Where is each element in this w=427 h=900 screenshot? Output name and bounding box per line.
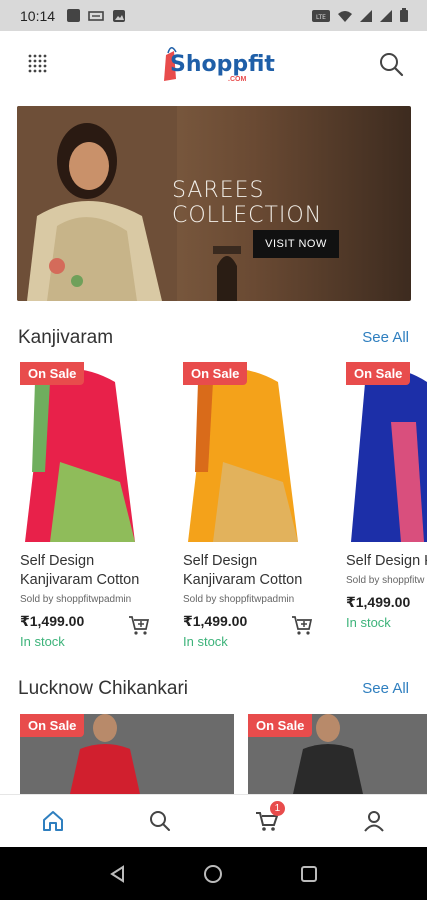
on-sale-badge: On Sale — [248, 714, 313, 737]
banner-title: SAREES COLLECTION — [172, 178, 323, 228]
recents-icon[interactable] — [299, 864, 319, 884]
status-time: 10:14 — [20, 7, 56, 24]
nav-cart[interactable]: 1 — [247, 801, 287, 841]
product-name[interactable]: Self Design Kanjivaram Cotton — [183, 552, 323, 590]
nav-account[interactable] — [354, 801, 394, 841]
wifi-icon — [338, 10, 352, 22]
app-notification-icon — [67, 9, 81, 22]
product-name[interactable]: Self Design Kanjivaram Cotton — [20, 552, 160, 590]
see-all-link[interactable]: See All — [362, 329, 409, 346]
product-image[interactable]: On Sale — [346, 362, 427, 542]
section-title: Kanjivaram — [18, 327, 114, 348]
logo-text: Shoppfit — [170, 52, 275, 77]
product-card[interactable]: On Sale Self Design Kanjivaram Sold by s… — [326, 362, 427, 630]
signal-icon — [360, 9, 372, 22]
section-header-lucknow-chikankari: Lucknow Chikankari See All — [0, 678, 427, 704]
on-sale-badge: On Sale — [20, 714, 85, 737]
bottom-navigation: 1 — [0, 794, 427, 847]
back-icon[interactable] — [108, 864, 128, 884]
app-header: Shoppfit .COM — [0, 31, 427, 97]
stock-status: In stock — [183, 634, 228, 649]
status-bar: 10:14 LTE — [0, 0, 427, 31]
product-card[interactable]: On Sale — [248, 714, 427, 794]
logo-subtext: .COM — [228, 76, 247, 83]
add-to-cart-icon[interactable] — [128, 614, 150, 636]
notification-icons — [67, 9, 126, 23]
product-name[interactable]: Self Design Kanjivaram — [346, 552, 427, 571]
promo-banner[interactable]: SAREES COLLECTION VISIT NOW — [17, 106, 411, 301]
search-icon[interactable] — [378, 51, 404, 77]
section-header-kanjivaram: Kanjivaram See All — [0, 327, 427, 353]
product-seller: Sold by shoppfitwpadmin — [183, 594, 295, 605]
product-seller: Sold by shoppfitw — [346, 575, 425, 586]
home-circle-icon[interactable] — [203, 864, 223, 884]
user-icon — [363, 811, 384, 832]
nav-search[interactable] — [140, 801, 180, 841]
cart-count-badge: 1 — [269, 801, 285, 816]
battery-icon — [400, 8, 408, 22]
product-image[interactable]: On Sale — [20, 362, 140, 542]
home-icon — [43, 811, 64, 831]
add-to-cart-icon[interactable] — [291, 614, 313, 636]
product-card[interactable]: On Sale Self Design Kanjivaram Cotton So… — [163, 362, 318, 649]
voicemail-icon — [88, 10, 104, 21]
stock-status: In stock — [20, 634, 65, 649]
nav-home[interactable] — [33, 801, 73, 841]
product-seller: Sold by shoppfitwpadmin — [20, 594, 132, 605]
product-card[interactable]: On Sale Self Design Kanjivaram Cotton So… — [0, 362, 155, 649]
system-status-icons: LTE — [311, 8, 409, 23]
section-title: Lucknow Chikankari — [18, 678, 189, 699]
signal-icon-2 — [380, 9, 392, 22]
product-image[interactable]: On Sale — [183, 362, 303, 542]
image-icon — [113, 9, 126, 22]
on-sale-badge: On Sale — [346, 362, 411, 385]
menu-grid-icon[interactable] — [27, 53, 49, 75]
visit-now-button[interactable]: VISIT NOW — [253, 230, 339, 258]
see-all-link[interactable]: See All — [362, 680, 409, 697]
volte-icon: LTE — [312, 9, 330, 22]
stock-status: In stock — [346, 615, 391, 630]
shoppfit-logo[interactable]: Shoppfit .COM — [160, 43, 275, 87]
on-sale-badge: On Sale — [20, 362, 85, 385]
on-sale-badge: On Sale — [183, 362, 248, 385]
system-navigation-bar — [0, 847, 427, 900]
product-price: ₹1,499.00 — [346, 594, 411, 610]
svg-text:LTE: LTE — [316, 14, 326, 21]
product-card[interactable]: On Sale — [20, 714, 234, 794]
search-icon — [150, 811, 171, 831]
